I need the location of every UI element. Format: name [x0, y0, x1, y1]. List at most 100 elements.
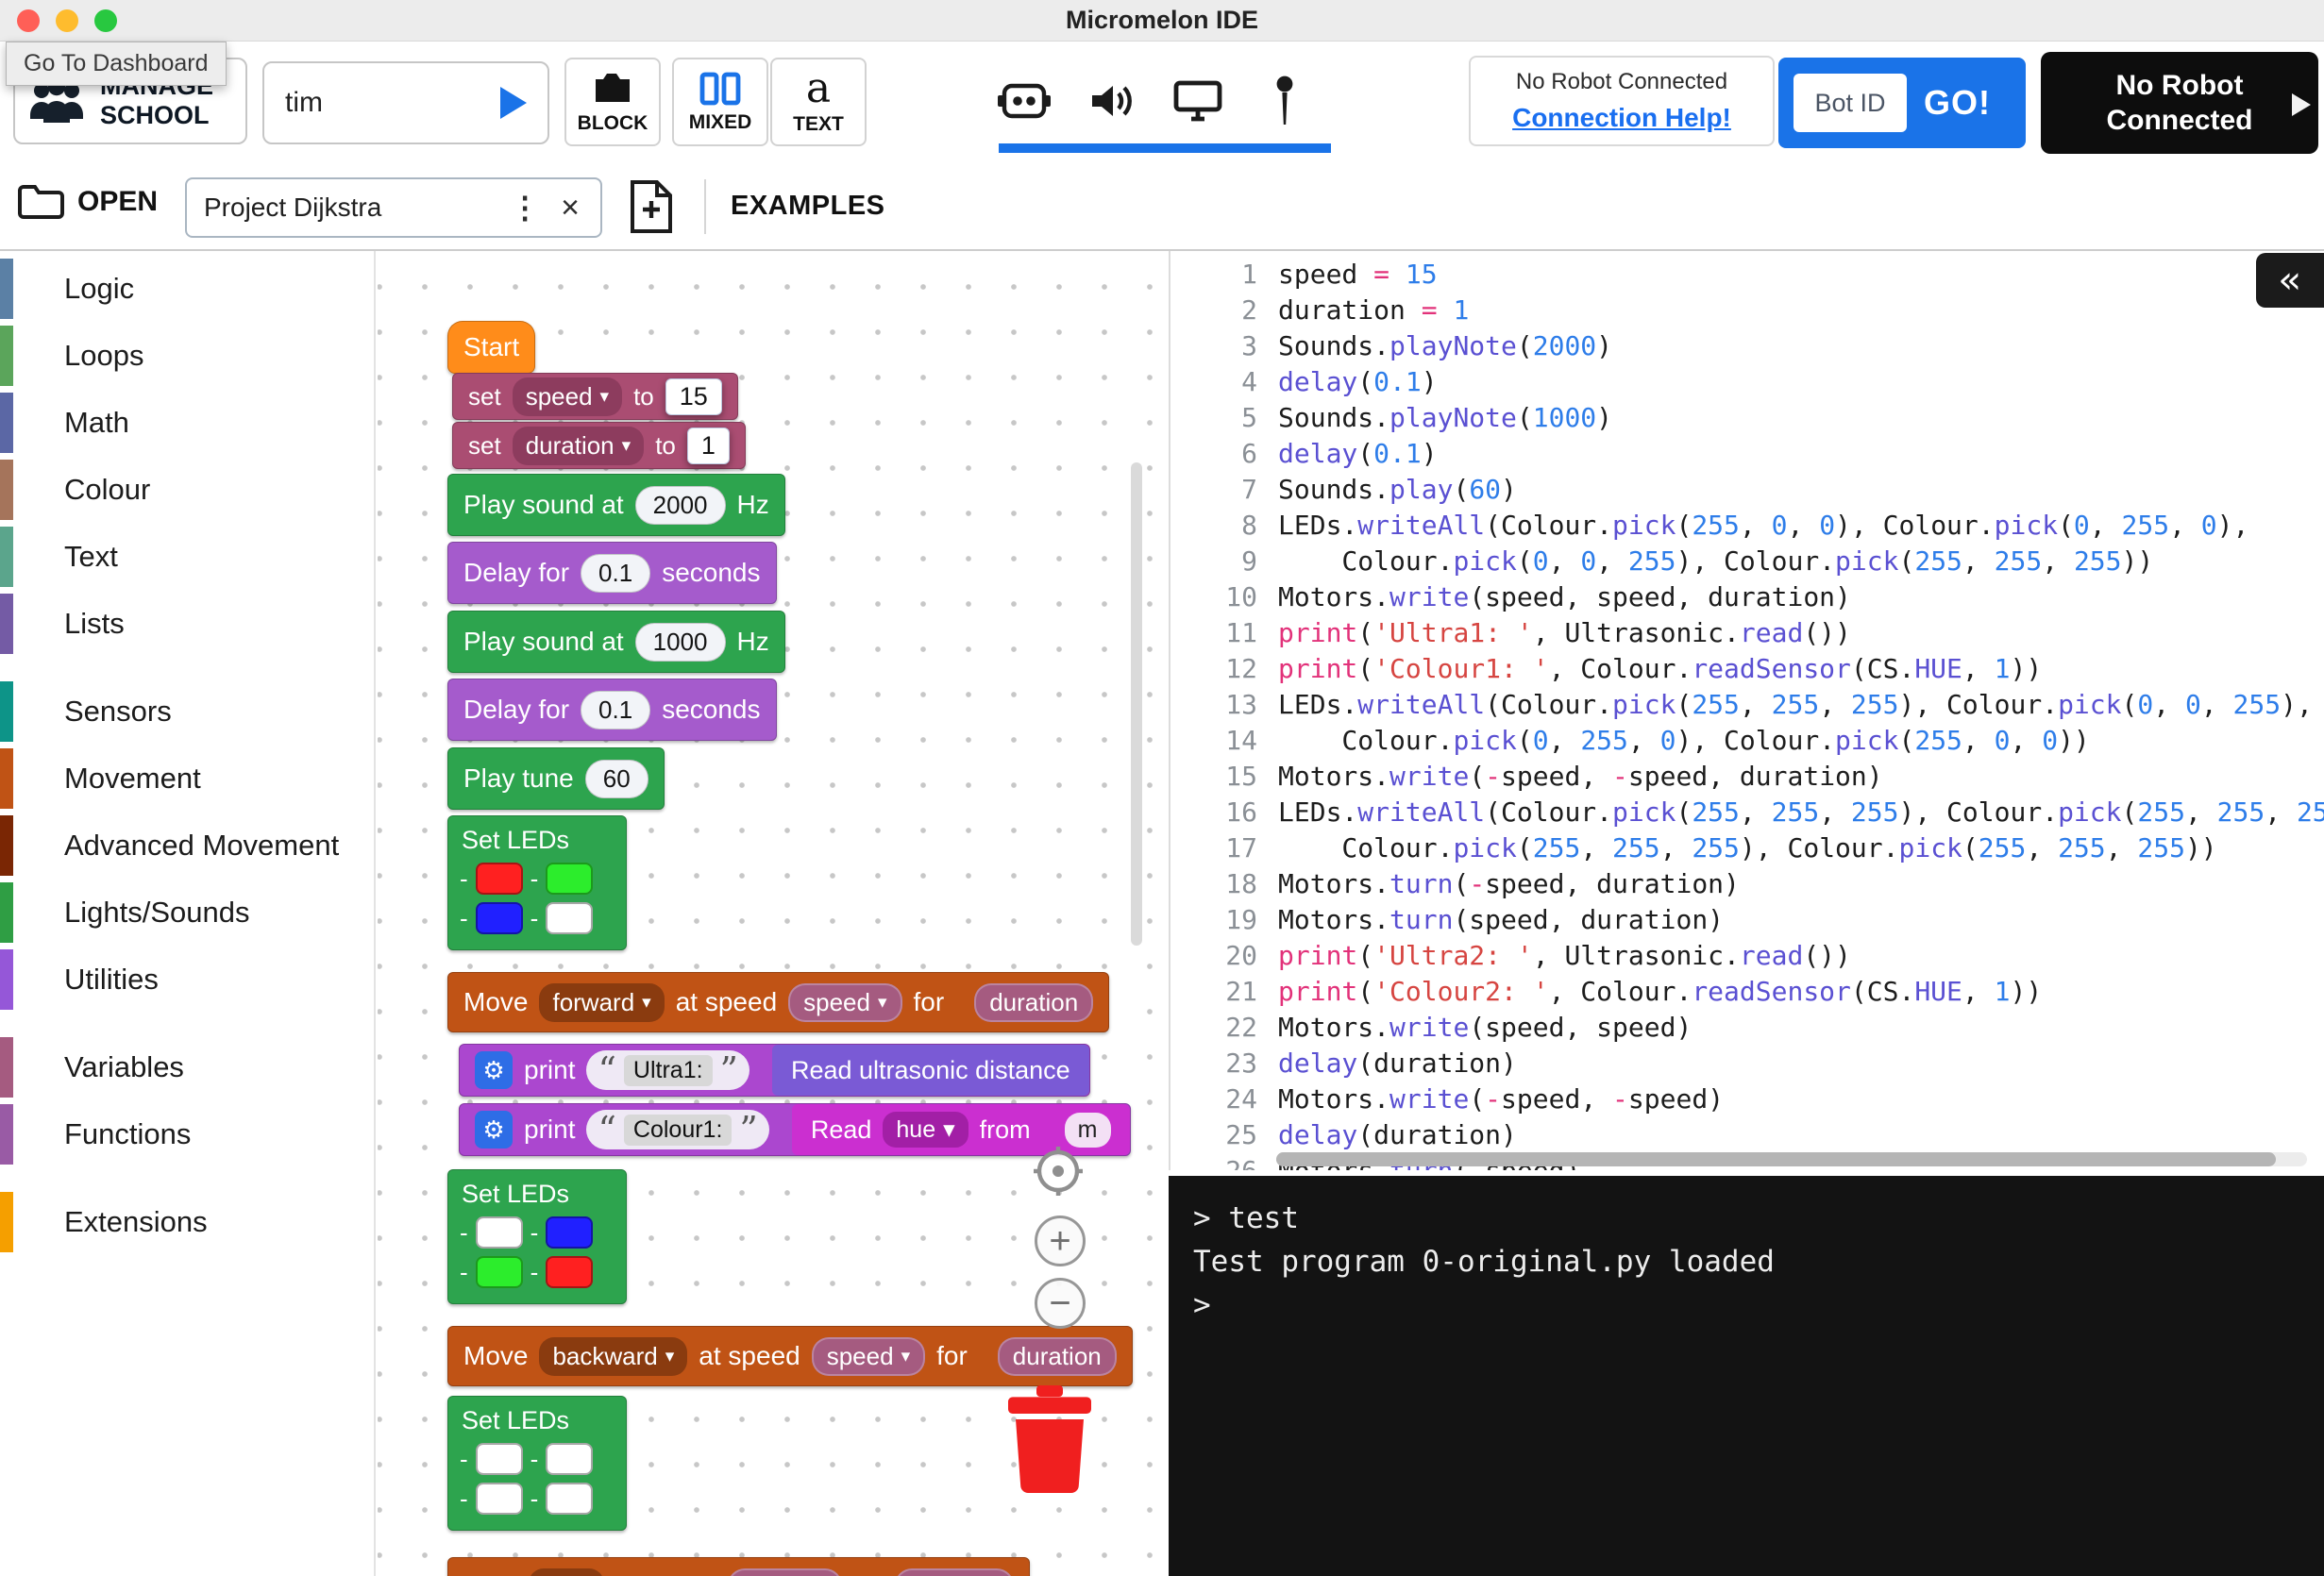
- bot-id-input[interactable]: Bot ID: [1794, 74, 1907, 132]
- led-color-swatch[interactable]: [546, 1256, 593, 1288]
- block-canvas[interactable]: Start set speed ▾ to 15 set duration ▾ t…: [378, 251, 1169, 1576]
- value-input[interactable]: 0.1: [581, 554, 650, 593]
- device-tab-sound[interactable]: [1084, 80, 1138, 122]
- block-set-speed[interactable]: set speed ▾ to 15: [452, 373, 738, 420]
- device-tab-pin[interactable]: [1257, 75, 1312, 126]
- open-button[interactable]: OPEN: [17, 183, 158, 221]
- direction-dropdown[interactable]: backward ▾: [539, 1337, 687, 1376]
- examples-button[interactable]: EXAMPLES: [731, 191, 885, 222]
- value-input[interactable]: 60: [585, 760, 648, 798]
- led-color-swatch[interactable]: [546, 1216, 593, 1249]
- duration-variable-pill[interactable]: duration: [974, 983, 1093, 1022]
- connection-help-link[interactable]: Connection Help!: [1512, 103, 1731, 133]
- no-robot-connected-button[interactable]: No Robot Connected: [2041, 52, 2318, 154]
- tab-menu-icon[interactable]: ⋮: [502, 190, 547, 226]
- sidebar-item-colour[interactable]: Colour: [0, 460, 374, 520]
- block-set-leds-1[interactable]: Set LEDs - - - -: [447, 815, 627, 950]
- speed-variable-pill[interactable]: speed ▾: [728, 1568, 841, 1576]
- block-set-leds-3[interactable]: Set LEDs - - - -: [447, 1396, 627, 1531]
- led-color-swatch[interactable]: [476, 863, 523, 895]
- sidebar-item-movement[interactable]: Movement: [0, 748, 374, 809]
- led-color-swatch[interactable]: [476, 1256, 523, 1288]
- close-window-button[interactable]: [17, 9, 40, 32]
- sidebar-item-functions[interactable]: Functions: [0, 1104, 374, 1165]
- block-set-leds-2[interactable]: Set LEDs - - - -: [447, 1169, 627, 1304]
- led-color-swatch[interactable]: [476, 1483, 523, 1515]
- block-print-colour1[interactable]: ⚙ print “ Colour1: ” Read hue ▾ from m: [459, 1103, 1131, 1156]
- text-value-block[interactable]: “ Colour1: ”: [586, 1110, 768, 1149]
- recenter-button[interactable]: [1033, 1146, 1084, 1201]
- value-input[interactable]: 1000: [635, 623, 726, 662]
- go-button[interactable]: GO!: [1924, 83, 1991, 123]
- direction-dropdown[interactable]: forward ▾: [539, 983, 664, 1022]
- trash-button[interactable]: [1004, 1383, 1095, 1500]
- sidebar-item-loops[interactable]: Loops: [0, 326, 374, 386]
- device-tab-display[interactable]: [1170, 79, 1225, 123]
- value-input[interactable]: 15: [665, 378, 722, 415]
- sensor-arg[interactable]: m: [1065, 1113, 1111, 1148]
- zoom-window-button[interactable]: [94, 9, 117, 32]
- collapse-panel-button[interactable]: «: [2256, 253, 2324, 308]
- duration-variable-pill[interactable]: duration: [998, 1337, 1117, 1376]
- mode-button-block[interactable]: BLOCK: [564, 58, 661, 146]
- new-file-button[interactable]: [627, 179, 676, 239]
- sidebar-item-lights-sounds[interactable]: Lights/Sounds: [0, 882, 374, 943]
- play-icon[interactable]: [500, 87, 527, 119]
- block-move-forward[interactable]: Move forward ▾ at speed speed ▾ for dura…: [447, 972, 1109, 1032]
- mode-button-text[interactable]: a TEXT: [770, 58, 867, 146]
- channel-dropdown[interactable]: hue ▾: [883, 1112, 968, 1148]
- sidebar-item-extensions[interactable]: Extensions: [0, 1192, 374, 1252]
- sidebar-item-logic[interactable]: Logic: [0, 259, 374, 319]
- gear-icon[interactable]: ⚙: [475, 1051, 513, 1089]
- value-input[interactable]: 1: [687, 428, 730, 464]
- block-read-ultrasonic[interactable]: Read ultrasonic distance: [772, 1045, 1089, 1096]
- led-color-swatch[interactable]: [546, 902, 593, 934]
- sidebar-item-utilities[interactable]: Utilities: [0, 949, 374, 1010]
- block-print-ultra1[interactable]: ⚙ print “ Ultra1: ” Read ultrasonic dist…: [459, 1044, 1090, 1097]
- mode-button-mixed[interactable]: MIXED: [672, 58, 768, 146]
- student-select[interactable]: tim: [262, 61, 549, 144]
- led-color-swatch[interactable]: [476, 1443, 523, 1475]
- led-color-swatch[interactable]: [546, 1443, 593, 1475]
- duration-variable-pill[interactable]: duration: [895, 1568, 1014, 1576]
- block-play-sound-1000[interactable]: Play sound at 1000 Hz: [447, 611, 785, 673]
- block-set-duration[interactable]: set duration ▾ to 1: [452, 422, 746, 469]
- speed-variable-pill[interactable]: speed ▾: [812, 1337, 925, 1376]
- speed-variable-pill[interactable]: speed ▾: [788, 983, 901, 1022]
- zoom-in-button[interactable]: +: [1035, 1216, 1086, 1266]
- variable-dropdown[interactable]: speed ▾: [513, 377, 622, 416]
- sidebar-item-lists[interactable]: Lists: [0, 594, 374, 654]
- minimize-window-button[interactable]: [56, 9, 78, 32]
- block-play-sound-2000[interactable]: Play sound at 2000 Hz: [447, 474, 785, 536]
- sidebar-item-text[interactable]: Text: [0, 527, 374, 587]
- direction-dropdown[interactable]: left ▾: [529, 1568, 604, 1576]
- block-delay-2[interactable]: Delay for 0.1 seconds: [447, 679, 777, 741]
- sidebar-item-math[interactable]: Math: [0, 393, 374, 453]
- code-horizontal-scrollbar[interactable]: [1276, 1152, 2307, 1166]
- console-terminal[interactable]: > testTest program 0-original.py loaded>: [1169, 1176, 2324, 1576]
- block-move-backward[interactable]: Move backward ▾ at speed speed ▾ for dur…: [447, 1326, 1133, 1386]
- value-input[interactable]: 2000: [635, 486, 726, 525]
- scrollbar-thumb[interactable]: [1276, 1152, 2276, 1166]
- block-delay-1[interactable]: Delay for 0.1 seconds: [447, 542, 777, 604]
- block-turn-left[interactable]: Turn left ▾ at speed speed ▾ for duratio…: [447, 1557, 1030, 1576]
- led-color-swatch[interactable]: [476, 1216, 523, 1249]
- text-value-block[interactable]: “ Ultra1: ”: [586, 1050, 749, 1090]
- zoom-out-button[interactable]: −: [1035, 1278, 1086, 1329]
- value-input[interactable]: 0.1: [581, 691, 650, 729]
- tab-close-icon[interactable]: ×: [557, 193, 583, 222]
- sidebar-item-advanced-movement[interactable]: Advanced Movement: [0, 815, 374, 876]
- project-tab[interactable]: Project Dijkstra ⋮ ×: [185, 177, 602, 238]
- gear-icon[interactable]: ⚙: [475, 1111, 513, 1148]
- block-start[interactable]: Start: [447, 321, 535, 374]
- led-color-swatch[interactable]: [546, 863, 593, 895]
- led-color-swatch[interactable]: [476, 902, 523, 934]
- canvas-scrollbar[interactable]: [1131, 462, 1142, 946]
- code-editor-panel[interactable]: 1speed = 152duration = 13Sounds.playNote…: [1169, 251, 2324, 1170]
- block-play-tune[interactable]: Play tune 60: [447, 747, 665, 810]
- led-color-swatch[interactable]: [546, 1483, 593, 1515]
- sidebar-item-sensors[interactable]: Sensors: [0, 681, 374, 742]
- variable-dropdown[interactable]: duration ▾: [513, 427, 645, 465]
- sidebar-item-variables[interactable]: Variables: [0, 1037, 374, 1098]
- device-tab-robot[interactable]: [997, 79, 1052, 123]
